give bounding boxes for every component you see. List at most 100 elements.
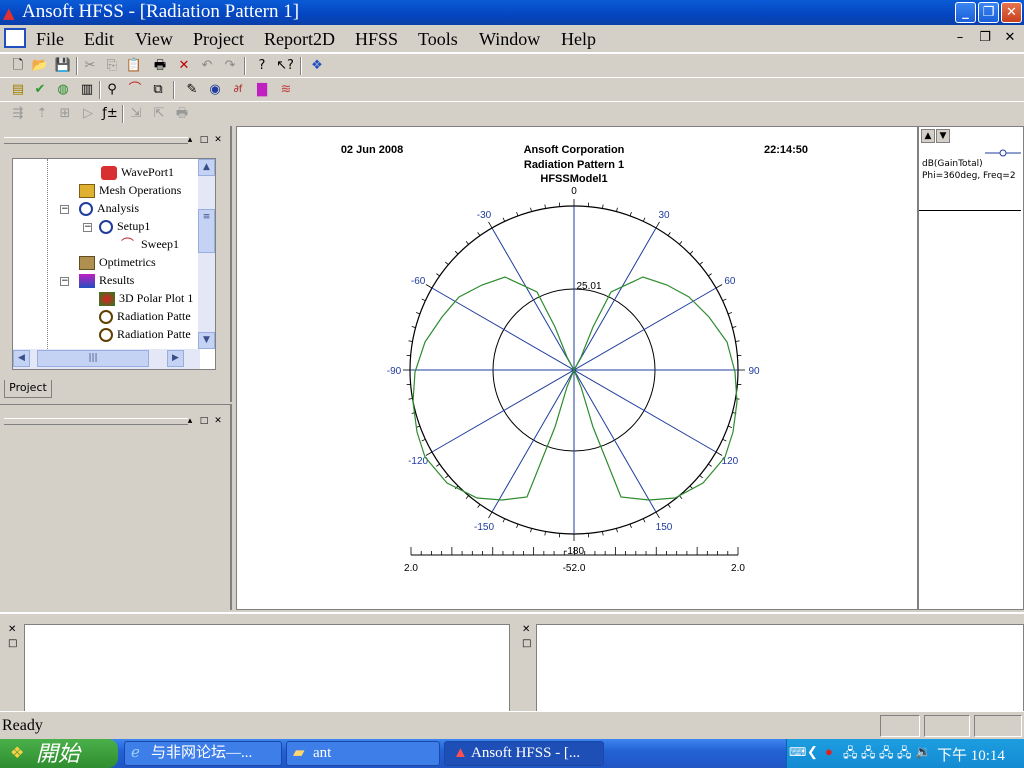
legend-panel[interactable]: ▲ ▼ dB(GainTotal) Phi=360deg, Freq=2	[918, 126, 1024, 610]
copy-data-icon[interactable]: ⧉	[148, 80, 168, 100]
hscroll-thumb[interactable]: |||	[37, 350, 149, 367]
pane-restore-icon[interactable]: □	[522, 638, 531, 649]
panel-gripper[interactable]	[4, 418, 188, 425]
pane-restore-icon[interactable]: □	[8, 638, 17, 649]
panel-close-icon[interactable]: ✕	[212, 416, 224, 428]
volume-icon[interactable]: 🔉	[915, 744, 931, 760]
scroll-thumb[interactable]: ≡	[198, 209, 215, 253]
document-icon[interactable]	[4, 28, 26, 48]
panel-maximize-icon[interactable]: □	[198, 135, 210, 147]
panel-minimize-icon[interactable]: ▴	[184, 135, 196, 147]
collapse-setup1-button[interactable]: −	[83, 223, 92, 232]
antivirus-icon[interactable]: ●	[825, 744, 833, 760]
tree-item-results[interactable]: Results	[79, 273, 134, 288]
project-tab[interactable]: Project	[4, 380, 52, 398]
tray-arrow-icon[interactable]: ❮	[807, 744, 818, 760]
print-icon[interactable]: 🖶	[150, 56, 170, 76]
close-button[interactable]: ✕	[1001, 2, 1022, 23]
menu-help[interactable]: Help	[561, 29, 596, 50]
tree-item-radiation-pattern-2[interactable]: Radiation Patte	[99, 327, 191, 342]
taskbar-item-hfss[interactable]: ▲ Ansoft HFSS - [...	[444, 741, 604, 766]
create-report-icon[interactable]: ⌒	[125, 80, 145, 100]
results-icon[interactable]: ◍	[53, 80, 73, 100]
clock[interactable]: 下午 10:14	[937, 744, 1005, 765]
play-icon[interactable]: ▷	[78, 104, 98, 124]
open-folder-icon[interactable]: 📂	[30, 56, 50, 76]
move-up-icon[interactable]: ⇡	[32, 104, 52, 124]
menu-tools[interactable]: Tools	[418, 29, 458, 50]
network-icon[interactable]: 🖧	[843, 744, 858, 766]
hfss-insert-design-icon[interactable]: ❖	[307, 56, 327, 76]
progress-pane[interactable]	[536, 624, 1024, 712]
context-help-icon[interactable]: ↖?	[275, 56, 295, 76]
taskbar-item-folder[interactable]: ▰ ant	[286, 741, 440, 766]
pane-close-icon[interactable]: ✕	[522, 624, 530, 635]
function-icon[interactable]: ƒ±	[100, 104, 120, 124]
tree-item-optimetrics[interactable]: Optimetrics	[79, 255, 156, 270]
minimize-button[interactable]: _	[955, 2, 976, 23]
restore-button[interactable]: ❐	[978, 2, 999, 23]
histogram-icon[interactable]: ▇	[252, 80, 272, 100]
mdi-restore-button[interactable]: ❐	[977, 30, 993, 46]
legend-down-button[interactable]: ▼	[936, 129, 950, 143]
menu-edit[interactable]: Edit	[84, 29, 114, 50]
undo-icon[interactable]: ↶	[197, 56, 217, 76]
save-icon[interactable]: 💾	[53, 56, 73, 76]
tree-item-analysis[interactable]: Analysis	[79, 201, 139, 216]
panel-minimize-icon[interactable]: ▴	[184, 416, 196, 428]
export-icon[interactable]: ⇱	[149, 104, 169, 124]
legend-entry[interactable]: dB(GainTotal) Phi=360deg, Freq=2	[919, 145, 1021, 211]
import-icon[interactable]: ⇲	[126, 104, 146, 124]
scroll-up-button[interactable]: ▲	[198, 159, 215, 176]
field-overlay-icon[interactable]: ⚲	[102, 80, 122, 100]
help-topics-icon[interactable]: ?	[252, 56, 272, 76]
target-icon[interactable]: ◉	[205, 80, 225, 100]
tree-horizontal-scrollbar[interactable]: ◀ ||| ▶	[13, 349, 200, 369]
collapse-results-button[interactable]: −	[60, 277, 69, 286]
pane-close-icon[interactable]: ✕	[8, 624, 16, 635]
sweep-settings-icon[interactable]: ≋	[276, 80, 296, 100]
network3-icon[interactable]: 🖧	[879, 744, 894, 766]
scroll-left-button[interactable]: ◀	[13, 350, 30, 367]
new-file-icon[interactable]: 🗋	[8, 56, 28, 76]
collapse-analysis-button[interactable]: −	[60, 205, 69, 214]
menu-window[interactable]: Window	[479, 29, 540, 50]
copy-icon[interactable]: ⎘	[102, 56, 122, 76]
validate-icon[interactable]: ▤	[8, 80, 28, 100]
menu-project[interactable]: Project	[193, 29, 244, 50]
report-icon[interactable]: ▥	[77, 80, 97, 100]
menu-file[interactable]: File	[36, 29, 64, 50]
align-icon[interactable]: ⇶	[8, 104, 28, 124]
plot-area[interactable]: 02 Jun 2008 Ansoft Corporation Radiation…	[236, 126, 918, 610]
radiation-pattern-chart[interactable]: 02 Jun 2008 Ansoft Corporation Radiation…	[237, 127, 919, 611]
taskbar-item-browser[interactable]: ℯ 与非网论坛—...	[124, 741, 282, 766]
keyboard-icon[interactable]: ⌨	[789, 745, 806, 760]
tree-item-radiation-pattern-1[interactable]: Radiation Patte	[99, 309, 191, 324]
tree-vertical-scrollbar[interactable]: ▲ ≡ ▼	[198, 159, 215, 349]
analyze-icon[interactable]: ✔	[30, 80, 50, 100]
scroll-down-button[interactable]: ▼	[198, 332, 215, 349]
tree-item-waveport1[interactable]: WavePort1	[101, 165, 174, 180]
legend-up-button[interactable]: ▲	[921, 129, 935, 143]
menu-hfss[interactable]: HFSS	[355, 29, 398, 50]
tree-item-sweep1[interactable]: ⌒ Sweep1	[121, 237, 179, 252]
tree-item-setup1[interactable]: Setup1	[99, 219, 150, 234]
message-manager-pane[interactable]	[24, 624, 510, 712]
edit-props-icon[interactable]: ✎	[182, 80, 202, 100]
tree-item-3d-polar-plot[interactable]: 3D Polar Plot 1	[99, 291, 193, 306]
calculator-icon[interactable]: ∂f	[228, 80, 248, 100]
mdi-close-button[interactable]: ✕	[1002, 30, 1018, 46]
group-icon[interactable]: ⊞	[55, 104, 75, 124]
delete-icon[interactable]: ✕	[174, 56, 194, 76]
panel-maximize-icon[interactable]: □	[198, 416, 210, 428]
panel-gripper[interactable]	[4, 137, 188, 144]
tree-item-mesh-operations[interactable]: Mesh Operations	[79, 183, 181, 198]
mdi-minimize-button[interactable]: –	[952, 30, 968, 46]
panel-close-icon[interactable]: ✕	[212, 135, 224, 147]
properties-panel-header[interactable]: ▴ □ ✕	[0, 415, 232, 429]
network4-icon[interactable]: 🖧	[897, 744, 912, 766]
menu-view[interactable]: View	[135, 29, 173, 50]
print-data-icon[interactable]: 🖶	[172, 104, 192, 124]
menu-report2d[interactable]: Report2D	[264, 29, 335, 50]
scroll-right-button[interactable]: ▶	[167, 350, 184, 367]
